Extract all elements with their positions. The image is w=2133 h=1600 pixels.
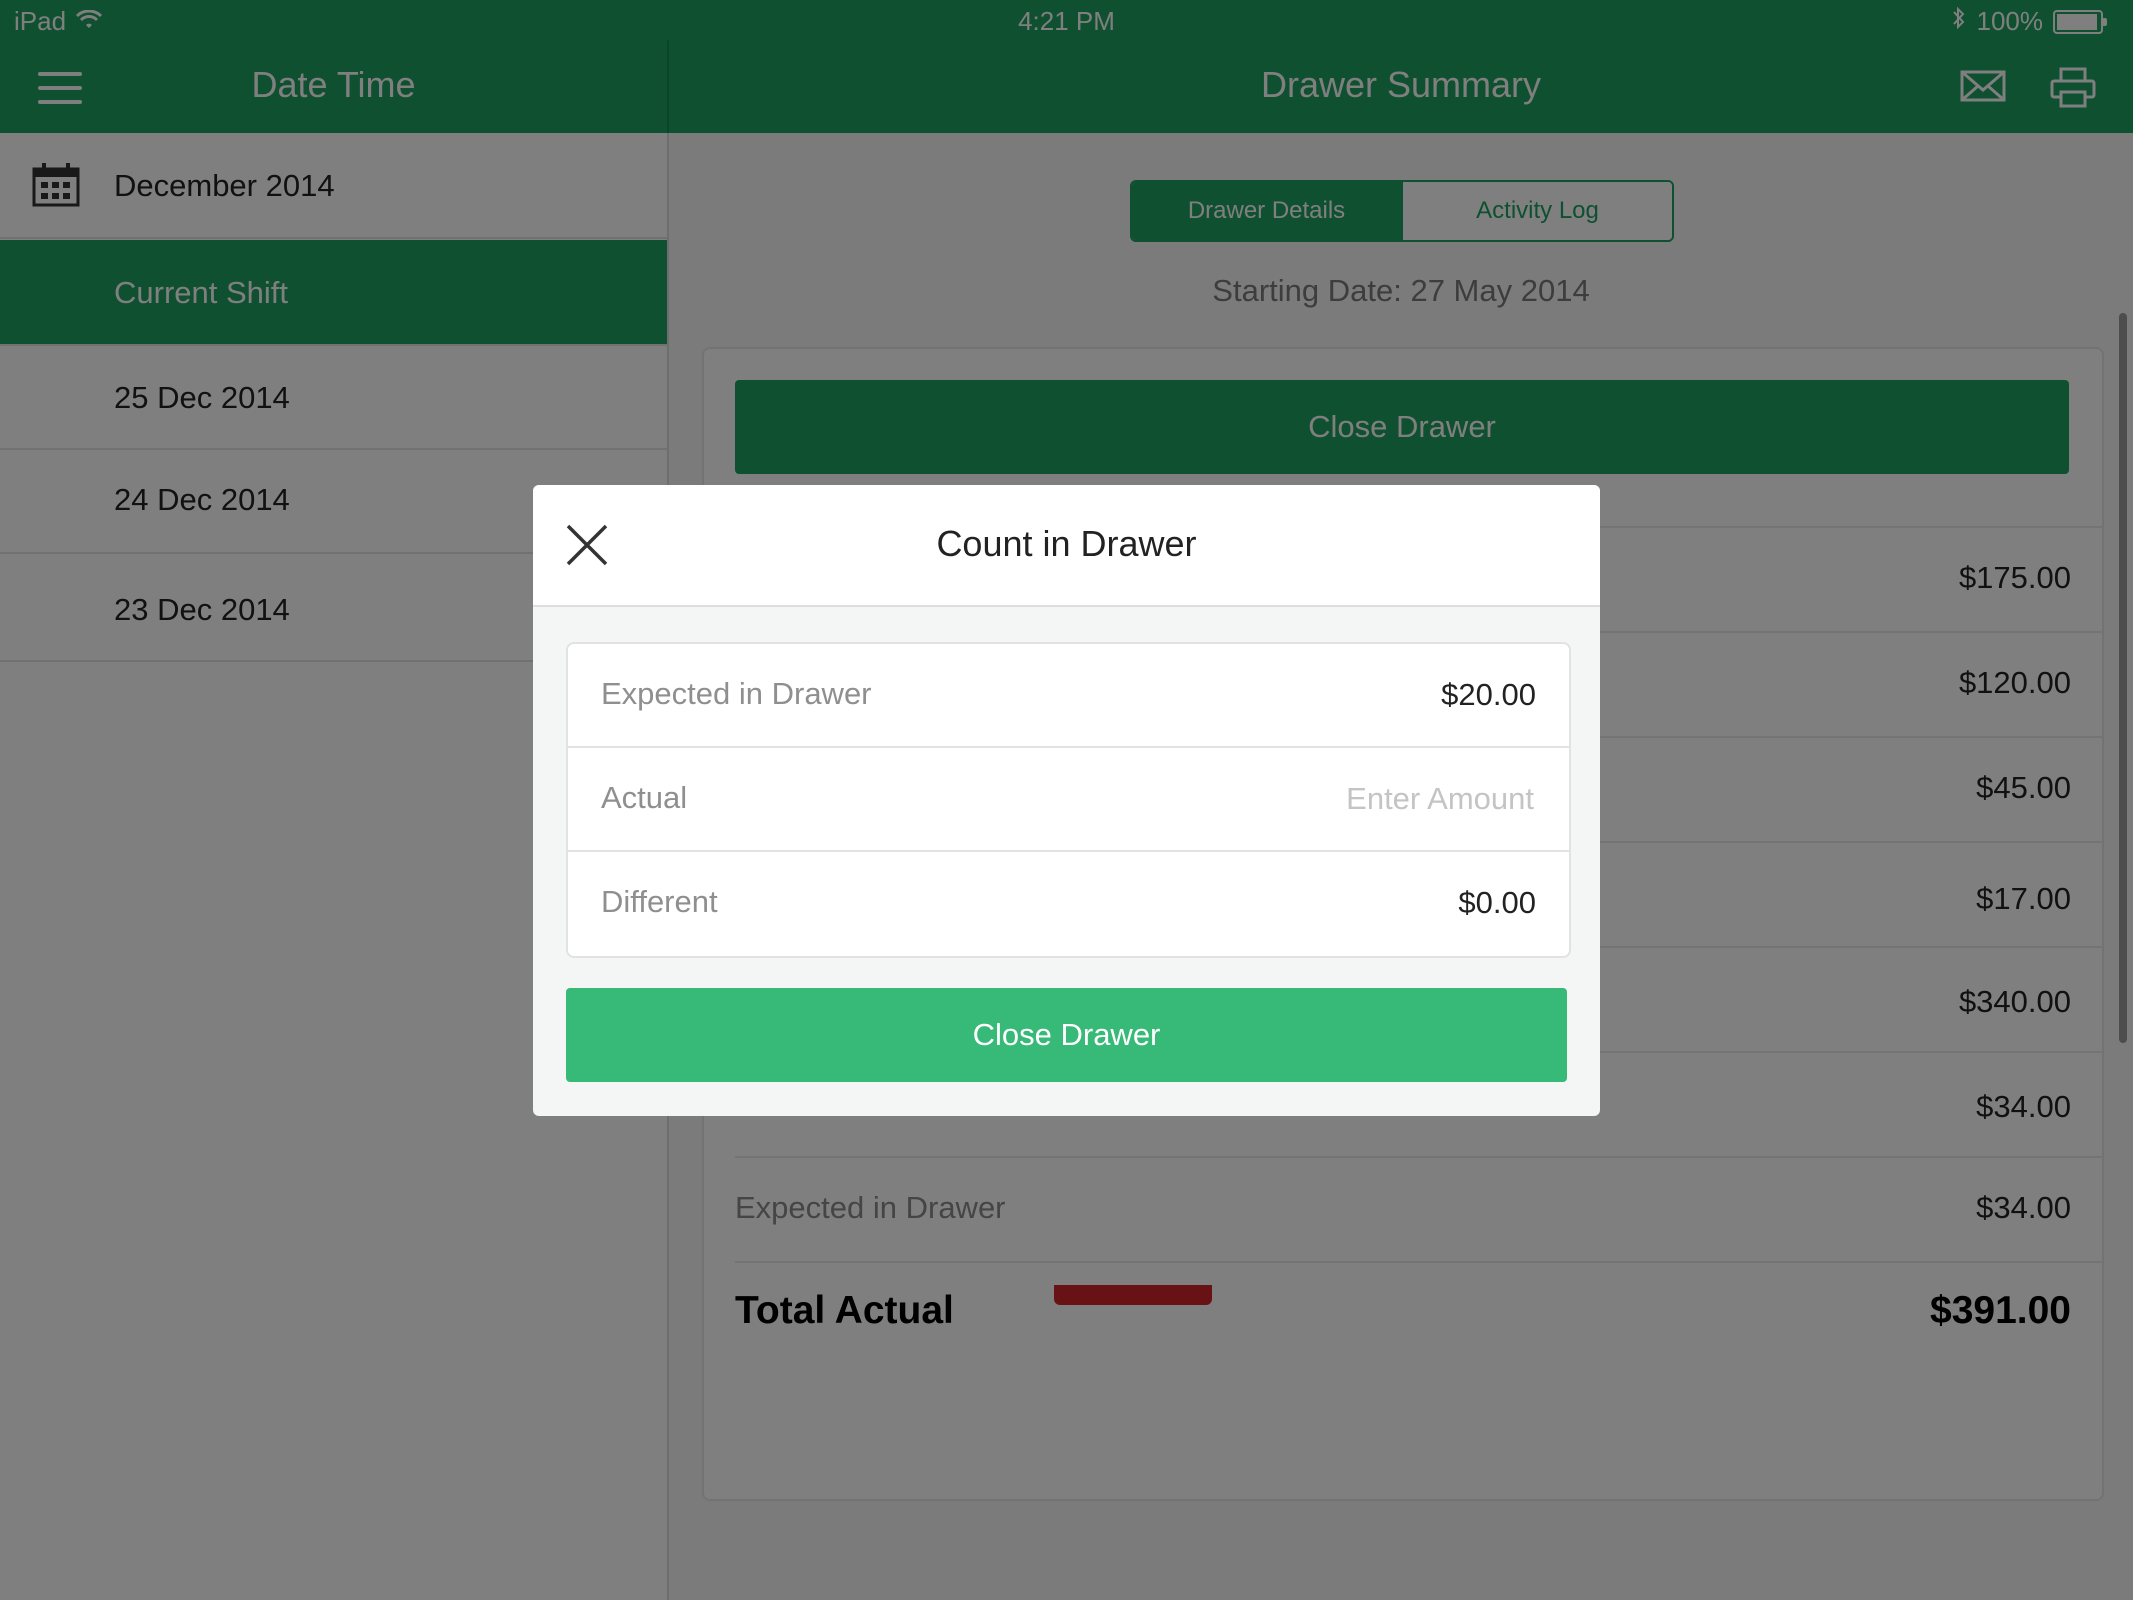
actual-row: Actual (568, 746, 1569, 850)
count-form: Expected in Drawer $20.00 Actual Differe… (566, 642, 1571, 958)
actual-amount-input[interactable] (1032, 770, 1536, 828)
modal-header: Count in Drawer (533, 485, 1600, 607)
expected-label: Expected in Drawer (601, 676, 872, 711)
different-row: Different $0.00 (568, 850, 1569, 954)
expected-row: Expected in Drawer $20.00 (568, 644, 1569, 746)
expected-value: $20.00 (1441, 677, 1536, 712)
different-value: $0.00 (1458, 885, 1536, 920)
different-label: Different (601, 884, 718, 919)
count-in-drawer-modal: Count in Drawer Expected in Drawer $20.0… (533, 485, 1600, 1116)
actual-label: Actual (601, 780, 688, 815)
modal-title: Count in Drawer (936, 523, 1197, 564)
modal-close-drawer-button[interactable]: Close Drawer (566, 988, 1567, 1082)
